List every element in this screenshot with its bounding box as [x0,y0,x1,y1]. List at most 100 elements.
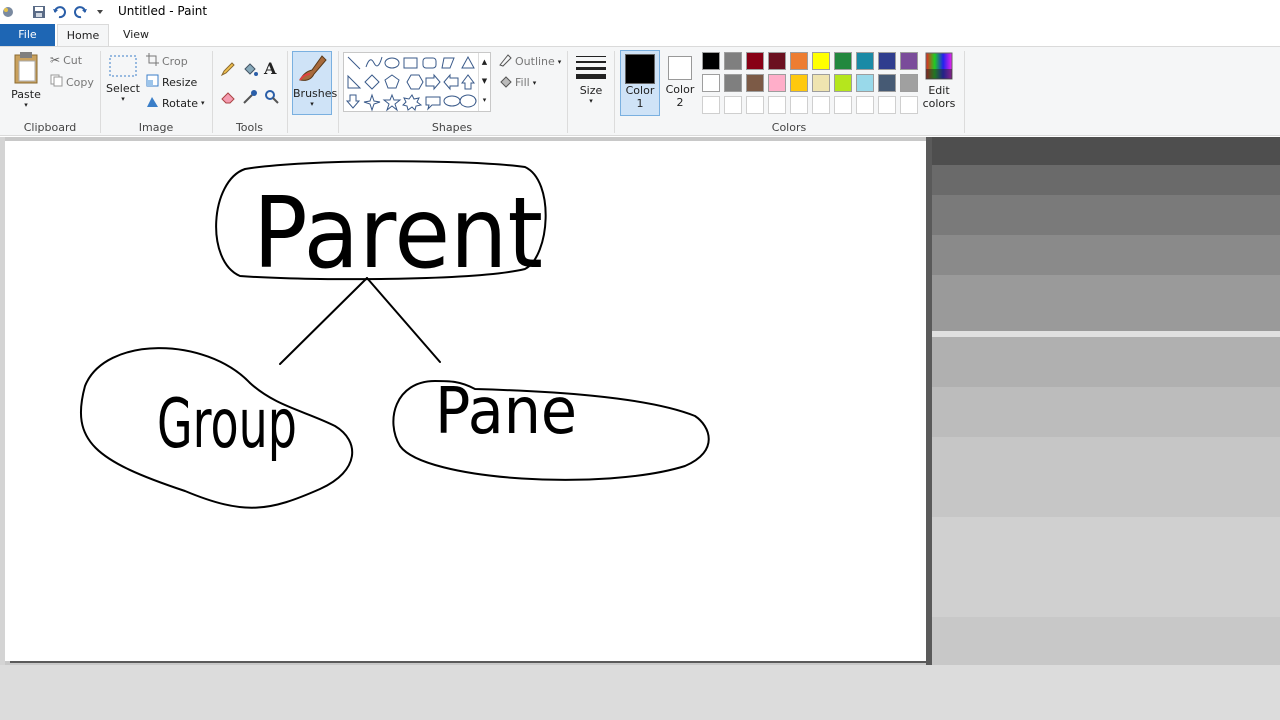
resize-button[interactable]: Resize [146,74,197,90]
canvas-workspace[interactable]: Parent Group Pane [0,137,1280,720]
palette-swatch[interactable] [812,74,830,92]
palette-custom-slot[interactable] [834,96,852,114]
crop-button[interactable]: Crop [146,53,188,69]
palette-swatch[interactable] [834,74,852,92]
crop-icon [146,53,159,69]
shapes-gallery: ▲ ▼ ▾ [343,52,491,112]
select-button[interactable]: Select ▾ [106,53,140,113]
ribbon-tabs: File Home View [0,24,1280,47]
shapes-scroll-down-icon[interactable]: ▼ [479,72,490,91]
tab-file[interactable]: File [0,24,55,46]
size-dropdown-icon[interactable]: ▾ [572,97,610,105]
palette-swatch[interactable] [900,52,918,70]
clipboard-group-label: Clipboard [23,121,77,134]
palette-swatch[interactable] [900,74,918,92]
cut-button[interactable]: ✂ Cut [50,53,82,67]
palette-custom-slot[interactable] [900,96,918,114]
shapes-scroll-up-icon[interactable]: ▲ [479,53,490,72]
hand-drawn-diagram: Parent Group Pane [80,160,710,509]
palette-custom-slot[interactable] [702,96,720,114]
image-group-label: Image [138,121,174,134]
paste-dropdown-icon[interactable]: ▾ [8,101,44,109]
outline-label: Outline [515,55,555,68]
paint-app-icon[interactable] [0,4,16,20]
palette-custom-slot[interactable] [746,96,764,114]
palette-custom-slot[interactable] [878,96,896,114]
brushes-dropdown-icon[interactable]: ▾ [293,100,331,108]
separator [964,51,965,133]
edit-colors-button[interactable]: Edit colors [920,51,958,117]
palette-swatch[interactable] [812,52,830,70]
palette-swatch[interactable] [768,74,786,92]
palette-swatch[interactable] [790,52,808,70]
palette-custom-slot[interactable] [790,96,808,114]
palette-custom-slot[interactable] [768,96,786,114]
copy-button[interactable]: Copy [50,74,94,90]
brush-icon [299,55,327,81]
magnifier-icon[interactable] [264,89,280,108]
shapes-group-label: Shapes [431,121,473,134]
crop-label: Crop [162,54,188,68]
rotate-dropdown-icon[interactable]: ▾ [201,99,205,107]
drawing-canvas[interactable]: Parent Group Pane [5,141,926,661]
palette-swatch[interactable] [702,52,720,70]
palette-swatch[interactable] [768,52,786,70]
fill-button[interactable]: Fill ▾ [498,74,536,91]
palette-custom-slot[interactable] [724,96,742,114]
palette-swatch[interactable] [724,52,742,70]
copy-icon [50,74,63,90]
palette-swatch[interactable] [724,74,742,92]
edit-colors-label: Edit [928,84,950,97]
fill-dropdown-icon[interactable]: ▾ [533,79,537,87]
palette-custom-slot[interactable] [856,96,874,114]
rotate-button[interactable]: Rotate ▾ [146,95,205,111]
color-1-button[interactable]: Color 1 [620,50,660,116]
colors-group-label: Colors [771,121,807,134]
size-button[interactable]: Size ▾ [572,53,610,113]
rotate-label: Rotate [162,96,199,110]
customize-quick-access-icon[interactable] [92,4,108,20]
undo-icon[interactable] [51,4,67,20]
palette-swatch[interactable] [790,74,808,92]
tab-view[interactable]: View [113,24,159,46]
tab-home[interactable]: Home [57,24,109,47]
select-label: Select [106,82,140,95]
palette-swatch[interactable] [878,52,896,70]
palette-swatch[interactable] [834,52,852,70]
resize-icon [146,74,159,90]
eraser-icon[interactable] [220,89,236,108]
color-2-swatch [668,56,692,80]
color-2-button[interactable]: Color 2 [662,50,698,116]
edit-colors-icon [925,52,953,80]
brushes-label: Brushes [293,87,338,100]
shapes-expand-icon[interactable]: ▾ [479,91,490,110]
palette-swatch[interactable] [746,52,764,70]
color-1-swatch [625,54,655,84]
palette-custom-slot[interactable] [812,96,830,114]
palette-swatch[interactable] [856,74,874,92]
fill-label: Fill [515,76,530,89]
separator [567,51,568,133]
pane-text: Pane [435,375,577,449]
fill-with-color-icon[interactable] [242,61,258,80]
paste-button[interactable]: Paste ▾ [8,51,44,115]
palette-swatch[interactable] [746,74,764,92]
save-icon[interactable] [31,4,47,20]
outline-dropdown-icon[interactable]: ▾ [558,58,562,66]
outline-button[interactable]: Outline ▾ [498,53,561,70]
palette-swatch[interactable] [856,52,874,70]
text-tool-icon[interactable]: A [264,59,276,78]
palette-swatch[interactable] [702,74,720,92]
select-dropdown-icon[interactable]: ▾ [106,95,140,103]
color-picker-icon[interactable] [242,89,258,108]
color-2-label: Color [665,83,695,96]
separator [287,51,288,133]
outline-icon [498,53,512,70]
paste-label: Paste [11,88,41,101]
palette-swatch[interactable] [878,74,896,92]
parent-text: Parent [253,177,543,291]
pencil-icon[interactable] [220,61,236,80]
color-2-number: 2 [676,96,684,109]
redo-icon[interactable] [73,4,89,20]
brushes-button[interactable]: Brushes ▾ [292,51,338,115]
